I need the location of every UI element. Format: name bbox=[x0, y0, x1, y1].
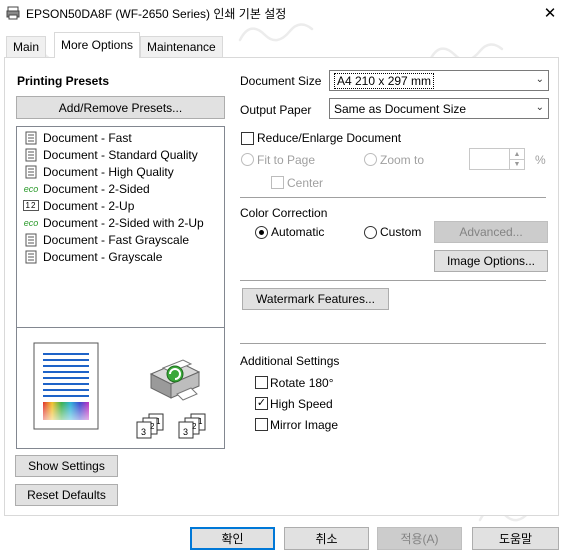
radio-dot bbox=[259, 230, 264, 235]
eco-icon: eco bbox=[23, 217, 39, 228]
preset-label: Document - Fast bbox=[43, 130, 132, 145]
document-icon bbox=[23, 131, 39, 145]
tab-maintenance[interactable]: Maintenance bbox=[140, 36, 223, 58]
help-button[interactable]: 도움말 bbox=[472, 527, 559, 550]
sheet-label: 2 bbox=[192, 422, 197, 431]
printing-presets-heading: Printing Presets bbox=[17, 74, 110, 88]
preset-label: Document - Standard Quality bbox=[43, 147, 198, 162]
document-icon bbox=[23, 250, 39, 264]
page-preview-image bbox=[33, 342, 99, 430]
preset-item-document-fast[interactable]: Document - Fast bbox=[23, 129, 132, 146]
automatic-radio[interactable] bbox=[255, 226, 268, 239]
checkmark-icon: ✓ bbox=[256, 397, 267, 409]
advanced-button[interactable]: Advanced... bbox=[434, 221, 548, 243]
preset-label: Document - High Quality bbox=[43, 164, 174, 179]
preset-label: Document - 2-Sided bbox=[43, 181, 150, 196]
reduce-enlarge-checkbox[interactable] bbox=[241, 132, 254, 145]
eco-icon: eco bbox=[23, 183, 39, 194]
window-title: EPSON50DA8F (WF-2650 Series) 인쇄 기본 설정 bbox=[26, 7, 287, 21]
zoom-to-radio[interactable] bbox=[364, 153, 377, 166]
center-label: Center bbox=[287, 176, 324, 190]
divider bbox=[240, 343, 546, 344]
sheet-stack-icon: 3 2 1 bbox=[178, 413, 206, 439]
preset-label: Document - Fast Grayscale bbox=[43, 232, 190, 247]
preset-item-document-2-up[interactable]: 12 Document - 2-Up bbox=[23, 197, 134, 214]
fit-to-page-label: Fit to Page bbox=[257, 153, 316, 167]
preview-panel: 3 2 1 3 2 1 bbox=[16, 327, 225, 449]
custom-label: Custom bbox=[380, 225, 422, 239]
chevron-down-icon: ⌄ bbox=[535, 74, 544, 85]
zoom-to-label: Zoom to bbox=[380, 153, 425, 167]
zoom-percent-stepper[interactable]: ▲ ▼ bbox=[469, 148, 525, 170]
preset-item-document-high[interactable]: Document - High Quality bbox=[23, 163, 174, 180]
sheet-label: 1 bbox=[156, 417, 161, 426]
preset-label: Document - 2-Up bbox=[43, 198, 135, 213]
tab-main[interactable]: Main bbox=[6, 36, 47, 58]
add-remove-presets-button[interactable]: Add/Remove Presets... bbox=[16, 96, 225, 119]
fit-to-page-radio[interactable] bbox=[241, 153, 254, 166]
document-icon bbox=[23, 148, 39, 162]
document-size-label: Document Size bbox=[240, 74, 322, 88]
show-settings-button[interactable]: Show Settings bbox=[15, 455, 118, 477]
document-size-value: A4 210 x 297 mm bbox=[334, 72, 435, 89]
two-up-icon: 12 bbox=[23, 200, 39, 211]
apply-button[interactable]: 적용(A) bbox=[377, 527, 462, 550]
close-icon: ✕ bbox=[543, 5, 557, 22]
chevron-up-icon[interactable]: ▲ bbox=[509, 149, 524, 159]
additional-settings-label: Additional Settings bbox=[240, 354, 340, 368]
ok-button[interactable]: 확인 bbox=[190, 527, 275, 550]
preset-item-document-fast-grayscale[interactable]: Document - Fast Grayscale bbox=[23, 231, 189, 248]
center-checkbox[interactable] bbox=[271, 176, 284, 189]
document-size-select[interactable]: A4 210 x 297 mm ⌄ bbox=[329, 70, 549, 91]
divider bbox=[240, 197, 546, 198]
sheet-label: 3 bbox=[141, 427, 146, 437]
sheet-label: 3 bbox=[183, 427, 188, 437]
rotate-180-checkbox[interactable] bbox=[255, 376, 268, 389]
color-correction-label: Color Correction bbox=[240, 206, 328, 220]
preset-label: Document - Grayscale bbox=[43, 249, 163, 264]
cancel-button[interactable]: 취소 bbox=[284, 527, 369, 550]
preset-item-document-2-sided-2-up[interactable]: eco Document - 2-Sided with 2-Up bbox=[23, 214, 204, 231]
output-paper-select[interactable]: Same as Document Size ⌄ bbox=[329, 98, 549, 119]
chevron-down-icon: ⌄ bbox=[535, 102, 544, 113]
output-paper-value: Same as Document Size bbox=[334, 101, 467, 116]
automatic-label: Automatic bbox=[271, 225, 325, 239]
preset-item-document-standard[interactable]: Document - Standard Quality bbox=[23, 146, 198, 163]
custom-radio[interactable] bbox=[364, 226, 377, 239]
chevron-down-icon[interactable]: ▼ bbox=[509, 159, 524, 169]
printer-icon bbox=[6, 6, 20, 20]
output-paper-label: Output Paper bbox=[240, 103, 312, 117]
watermark-features-button[interactable]: Watermark Features... bbox=[242, 288, 389, 310]
image-options-button[interactable]: Image Options... bbox=[434, 250, 548, 272]
reduce-enlarge-label: Reduce/Enlarge Document bbox=[257, 131, 402, 145]
sheet-label: 1 bbox=[198, 417, 203, 426]
tab-more-options[interactable]: More Options bbox=[54, 32, 141, 58]
printer-duplex-icon bbox=[149, 359, 201, 401]
sheet-label: 2 bbox=[150, 422, 155, 431]
document-icon bbox=[23, 233, 39, 247]
rotate-180-label: Rotate 180° bbox=[270, 376, 334, 390]
preset-label: Document - 2-Sided with 2-Up bbox=[43, 215, 204, 230]
mirror-image-checkbox[interactable] bbox=[255, 418, 268, 431]
reset-defaults-button[interactable]: Reset Defaults bbox=[15, 484, 118, 506]
document-icon bbox=[23, 165, 39, 179]
preset-item-document-2-sided[interactable]: eco Document - 2-Sided bbox=[23, 180, 150, 197]
high-speed-checkbox[interactable]: ✓ bbox=[255, 397, 268, 410]
close-button[interactable]: ✕ bbox=[536, 0, 564, 26]
mirror-image-label: Mirror Image bbox=[270, 418, 339, 432]
percent-label: % bbox=[535, 153, 546, 167]
sheet-stack-icon: 3 2 1 bbox=[136, 413, 164, 439]
divider bbox=[240, 280, 546, 281]
preset-item-document-grayscale[interactable]: Document - Grayscale bbox=[23, 248, 162, 265]
preset-list[interactable]: Document - Fast Document - Standard Qual… bbox=[16, 126, 225, 328]
high-speed-label: High Speed bbox=[270, 397, 333, 411]
